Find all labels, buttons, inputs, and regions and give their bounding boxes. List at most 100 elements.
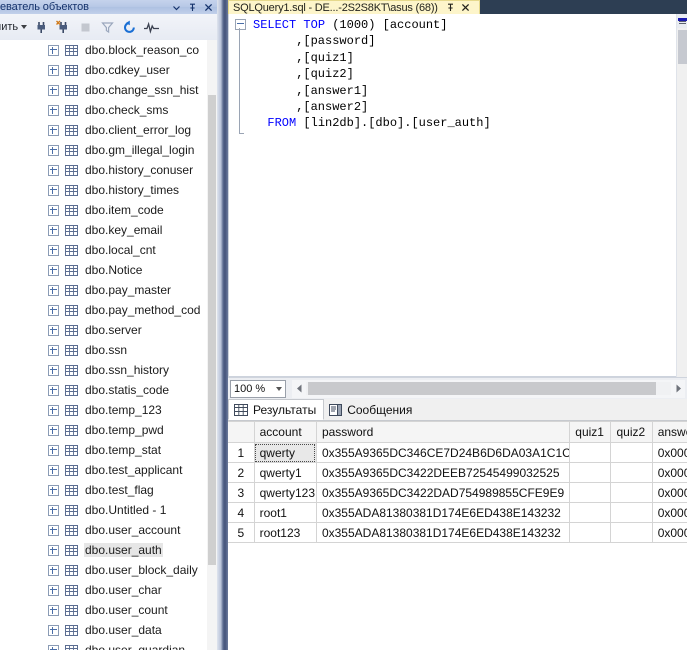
- expand-icon[interactable]: [48, 484, 59, 496]
- tree-item-dbo-user-account[interactable]: dbo.user_account: [0, 520, 207, 540]
- cell-account[interactable]: qwerty1: [254, 462, 317, 483]
- cell-password[interactable]: 0x355A9365DC346CE7D24B6D6DA03A1C1C: [316, 442, 571, 463]
- results-grid[interactable]: account password quiz1 quiz2 answer1 1qw…: [228, 421, 687, 650]
- cell-account[interactable]: qwerty: [254, 442, 317, 463]
- expand-icon[interactable]: [48, 144, 59, 156]
- scroll-left-arrow-icon[interactable]: [292, 380, 306, 398]
- table-row[interactable]: 3 qwerty123 0x355A9365DC3422DAD754989855CF…: [228, 482, 687, 503]
- cell-password[interactable]: 0x355A9365DC3422DEEB72545499032525: [316, 462, 571, 483]
- row-number-cell[interactable]: 4: [228, 502, 255, 523]
- expand-icon[interactable]: [48, 604, 59, 616]
- expand-icon[interactable]: [48, 304, 59, 316]
- activity-monitor-icon[interactable]: [140, 16, 162, 38]
- pin-icon[interactable]: [446, 3, 455, 12]
- cell-quiz1[interactable]: [569, 482, 612, 503]
- tree-item-dbo-statis-code[interactable]: dbo.statis_code: [0, 380, 207, 400]
- tree-item-dbo-user-guardian[interactable]: dbo.user_guardian: [0, 640, 207, 650]
- tree-item-dbo-key-email[interactable]: dbo.key_email: [0, 220, 207, 240]
- tree-item-dbo-item-code[interactable]: dbo.item_code: [0, 200, 207, 220]
- table-row[interactable]: 2 qwerty1 0x355A9365DC3422DEEB725454990325…: [228, 462, 687, 483]
- expand-icon[interactable]: [48, 384, 59, 396]
- tree-item-dbo-untitled-1[interactable]: dbo.Untitled - 1: [0, 500, 207, 520]
- expand-icon[interactable]: [48, 324, 59, 336]
- cell-quiz1[interactable]: [569, 442, 612, 463]
- cell-account[interactable]: root1: [254, 502, 317, 523]
- expand-icon[interactable]: [48, 164, 59, 176]
- expand-icon[interactable]: [48, 584, 59, 596]
- expand-icon[interactable]: [48, 184, 59, 196]
- cell-password[interactable]: 0x355ADA81380381D174E6ED438E143232: [316, 522, 571, 543]
- cell-quiz2[interactable]: [610, 502, 653, 523]
- column-header-password[interactable]: password: [316, 421, 571, 443]
- sql-code-text[interactable]: SELECT TOP (1000) [account] ,[password] …: [253, 17, 491, 132]
- expand-icon[interactable]: [48, 44, 59, 56]
- zoom-level-select[interactable]: 100 %: [230, 379, 286, 398]
- tree-item-dbo-history-times[interactable]: dbo.history_times: [0, 180, 207, 200]
- column-header-quiz1[interactable]: quiz1: [569, 421, 612, 443]
- table-row[interactable]: 4 root1 0x355ADA81380381D174E6ED438E143232…: [228, 502, 687, 523]
- tree-item-dbo-ssn[interactable]: dbo.ssn: [0, 340, 207, 360]
- tree-item-dbo-pay-master[interactable]: dbo.pay_master: [0, 280, 207, 300]
- explorer-vertical-scrollbar[interactable]: [207, 40, 217, 650]
- expand-icon[interactable]: [48, 564, 59, 576]
- cell-quiz2[interactable]: [610, 522, 653, 543]
- expand-icon[interactable]: [48, 224, 59, 236]
- column-header-answer1[interactable]: answer1: [652, 421, 687, 443]
- cell-quiz2[interactable]: [610, 442, 653, 463]
- tree-item-dbo-temp-pwd[interactable]: dbo.temp_pwd: [0, 420, 207, 440]
- document-tab-sqlquery1[interactable]: SQLQuery1.sql - DE...-2S2S8KT\asus (68)): [228, 0, 480, 14]
- expand-icon[interactable]: [48, 284, 59, 296]
- expand-icon[interactable]: [48, 204, 59, 216]
- expand-icon[interactable]: [48, 624, 59, 636]
- cell-password[interactable]: 0x355ADA81380381D174E6ED438E143232: [316, 502, 571, 523]
- tree-item-dbo-cdkey-user[interactable]: dbo.cdkey_user: [0, 60, 207, 80]
- tree-item-dbo-notice[interactable]: dbo.Notice: [0, 260, 207, 280]
- tree-item-dbo-local-cnt[interactable]: dbo.local_cnt: [0, 240, 207, 260]
- sql-editor[interactable]: SELECT TOP (1000) [account] ,[password] …: [228, 14, 676, 377]
- cell-account[interactable]: qwerty123: [254, 482, 317, 503]
- tree-item-dbo-history-conuser[interactable]: dbo.history_conuser: [0, 160, 207, 180]
- tree-item-dbo-block-reason-co[interactable]: dbo.block_reason_co: [0, 40, 207, 60]
- tree-item-dbo-user-block-daily[interactable]: dbo.user_block_daily: [0, 560, 207, 580]
- scroll-right-arrow-icon[interactable]: [671, 380, 685, 398]
- object-explorer-tree[interactable]: dbo.block_reason_co dbo.cdkey_user dbo.cha…: [0, 40, 207, 650]
- results-tab-messages[interactable]: Сообщения: [324, 399, 419, 420]
- expand-icon[interactable]: [48, 344, 59, 356]
- expand-icon[interactable]: [48, 444, 59, 456]
- tree-item-dbo-user-data[interactable]: dbo.user_data: [0, 620, 207, 640]
- horizontal-scroll-thumb[interactable]: [308, 382, 656, 395]
- tree-item-dbo-server[interactable]: dbo.server: [0, 320, 207, 340]
- tree-item-dbo-ssn-history[interactable]: dbo.ssn_history: [0, 360, 207, 380]
- cell-account[interactable]: root123: [254, 522, 317, 543]
- connect-icon[interactable]: [30, 16, 52, 38]
- editor-scroll-thumb[interactable]: [678, 30, 687, 64]
- expand-icon[interactable]: [48, 544, 59, 556]
- cell-answer1[interactable]: 0x0000: [652, 442, 687, 463]
- expand-icon[interactable]: [48, 524, 59, 536]
- table-row[interactable]: 1 qwerty 0x355A9365DC346CE7D24B6D6DA03A1C1…: [228, 442, 687, 463]
- tree-item-dbo-user-auth[interactable]: dbo.user_auth: [0, 540, 207, 560]
- editor-scroll-top-button[interactable]: [677, 14, 687, 28]
- expand-icon[interactable]: [48, 244, 59, 256]
- results-tab-results[interactable]: Результаты: [228, 399, 325, 420]
- cell-quiz1[interactable]: [569, 522, 612, 543]
- cell-answer1[interactable]: 0x0000: [652, 522, 687, 543]
- tree-item-dbo-change-ssn-hist[interactable]: dbo.change_ssn_hist: [0, 80, 207, 100]
- expand-icon[interactable]: [48, 364, 59, 376]
- cell-password[interactable]: 0x355A9365DC3422DAD754989855CFE9E9: [316, 482, 571, 503]
- tree-item-dbo-check-sms[interactable]: dbo.check_sms: [0, 100, 207, 120]
- pin-icon[interactable]: [188, 3, 197, 12]
- row-number-cell[interactable]: 2: [228, 462, 255, 483]
- tree-item-dbo-temp-123[interactable]: dbo.temp_123: [0, 400, 207, 420]
- connect-dropdown-button[interactable]: инить: [0, 19, 30, 35]
- horizontal-scroll-track[interactable]: [306, 382, 671, 395]
- tree-item-dbo-temp-stat[interactable]: dbo.temp_stat: [0, 440, 207, 460]
- expand-icon[interactable]: [48, 104, 59, 116]
- cell-answer1[interactable]: 0x0000: [652, 502, 687, 523]
- row-number-cell[interactable]: 5: [228, 522, 255, 543]
- editor-vertical-scrollbar[interactable]: [676, 14, 687, 377]
- tree-item-dbo-user-count[interactable]: dbo.user_count: [0, 600, 207, 620]
- close-icon[interactable]: [461, 3, 470, 12]
- disconnect-icon[interactable]: [52, 16, 74, 38]
- table-row[interactable]: 5 root123 0x355ADA81380381D174E6ED438E1432…: [228, 522, 687, 543]
